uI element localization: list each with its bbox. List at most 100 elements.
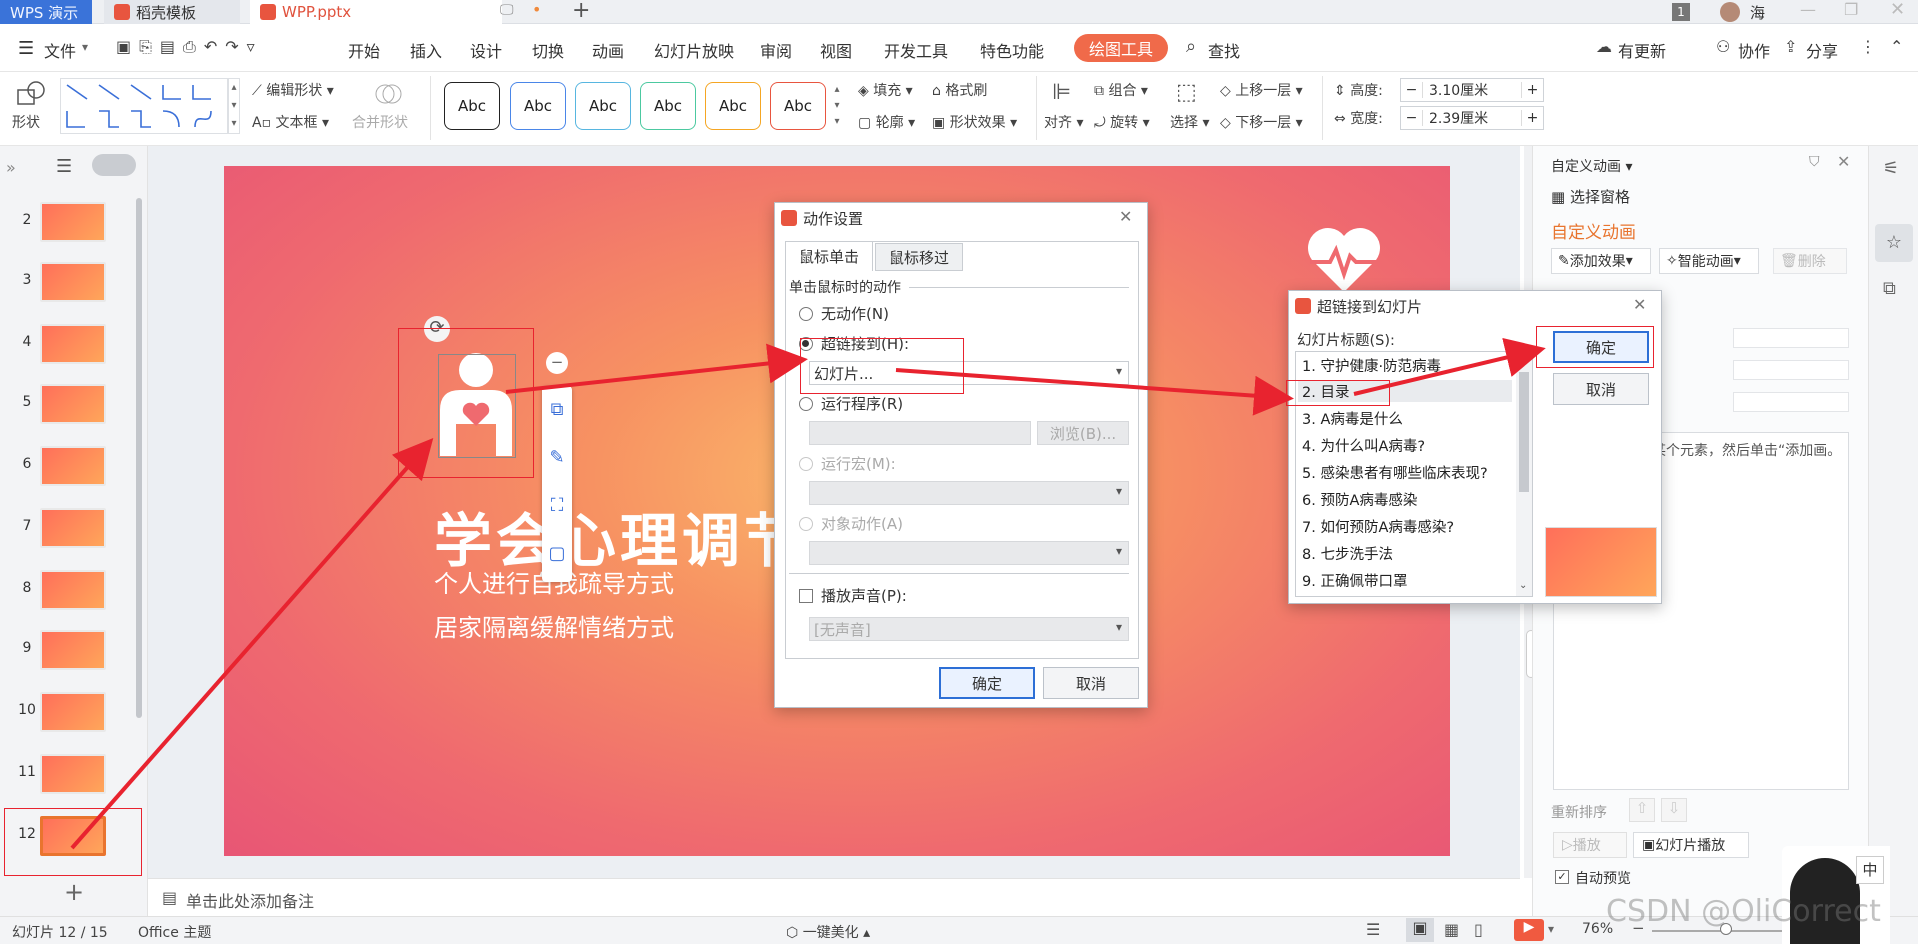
theme-name[interactable]: Office 主题 xyxy=(138,922,211,942)
tab-wps-app[interactable]: WPS 演示 xyxy=(0,0,92,24)
align-button[interactable]: 对齐 ▾ xyxy=(1044,112,1083,132)
fill-bucket-icon[interactable]: ⛶ xyxy=(542,482,572,530)
width-decrement-button[interactable]: − xyxy=(1401,110,1423,126)
browse-button[interactable]: 浏览(B)... xyxy=(1037,421,1129,445)
monitor-icon[interactable]: 🖵 xyxy=(500,2,514,18)
ok-button[interactable]: 确定 xyxy=(939,667,1035,699)
radio-none[interactable] xyxy=(799,307,813,321)
select-icon[interactable]: ⬚ xyxy=(1176,80,1197,105)
tab-templates[interactable]: 稻壳模板 xyxy=(104,0,240,24)
slide-subtitle-2[interactable]: 居家隔离缓解情绪方式 xyxy=(434,608,674,643)
list-item[interactable]: 8. 七步洗手法 xyxy=(1298,542,1512,564)
normal-view-icon[interactable]: ▣ xyxy=(1406,918,1434,942)
height-spinner[interactable]: − 3.10厘米 + xyxy=(1400,78,1544,102)
scroll-down-icon[interactable]: ⌄ xyxy=(1519,580,1527,591)
ime-mode-button[interactable]: 中 xyxy=(1856,856,1884,884)
add-effect-button[interactable]: ✎ 添加效果 ▾ xyxy=(1551,248,1651,274)
menu-design[interactable]: 设计 xyxy=(470,38,502,62)
format-painter-button[interactable]: ⌂ 格式刷 xyxy=(932,80,987,100)
play-sound-label[interactable]: 播放声音(P): xyxy=(821,585,907,606)
outline-button[interactable]: ▢ 轮廓 ▾ xyxy=(858,112,915,132)
slide-thumbnail[interactable] xyxy=(40,570,106,610)
play-options-icon[interactable]: ▾ xyxy=(1548,922,1554,936)
menu-home[interactable]: 开始 xyxy=(348,38,380,62)
object-action-select[interactable] xyxy=(809,541,1129,565)
menu-transition[interactable]: 切换 xyxy=(532,38,564,62)
radio-object-action[interactable] xyxy=(799,517,813,531)
close-panel-icon[interactable]: ✕ xyxy=(1837,152,1850,171)
cancel-button[interactable]: 取消 xyxy=(1043,667,1139,699)
animation-star-icon[interactable]: ☆ xyxy=(1875,224,1913,262)
style-sample-2[interactable]: Abc xyxy=(510,82,566,130)
hamburger-icon[interactable]: ☰ xyxy=(18,38,34,59)
merge-shape-label[interactable]: 合并形状 xyxy=(352,112,408,132)
list-item[interactable]: 3. A病毒是什么 xyxy=(1298,407,1512,429)
list-item[interactable]: 7. 如何预防A病毒感染? xyxy=(1298,515,1512,537)
menu-search[interactable]: 查找 xyxy=(1208,38,1240,62)
fill-button[interactable]: ◈ 填充 ▾ xyxy=(858,80,913,100)
line-shapes-gallery[interactable] xyxy=(60,78,228,134)
minimize-icon[interactable]: — xyxy=(1800,0,1816,19)
lock-icon[interactable]: ⛉ xyxy=(1809,154,1820,170)
width-value[interactable]: 2.39厘米 xyxy=(1423,108,1521,128)
group-button[interactable]: ⧉ 组合 ▾ xyxy=(1094,80,1148,100)
slideshow-button[interactable]: ▣ 幻灯片播放 xyxy=(1633,832,1749,858)
gallery-scroll[interactable]: ▴ ▾ ▾ xyxy=(228,78,240,134)
list-item[interactable]: 4. 为什么叫A病毒? xyxy=(1298,434,1512,456)
style-sample-3[interactable]: Abc xyxy=(575,82,631,130)
shape-effect-button[interactable]: ▣ 形状效果 ▾ xyxy=(932,112,1017,132)
height-increment-button[interactable]: + xyxy=(1521,82,1543,98)
layers-icon[interactable]: ⧉ xyxy=(542,386,572,434)
slide-thumbnail[interactable] xyxy=(40,508,106,548)
slide-thumbnail[interactable] xyxy=(40,384,106,424)
radio-run-macro[interactable] xyxy=(799,457,813,471)
program-path-input[interactable] xyxy=(809,421,1031,445)
slide-thumbnail[interactable] xyxy=(40,446,106,486)
menu-developer[interactable]: 开发工具 xyxy=(884,38,948,62)
expand-panel-icon[interactable]: » xyxy=(6,158,16,177)
align-icon[interactable]: ⊫ xyxy=(1052,80,1071,105)
property-select[interactable] xyxy=(1733,360,1849,380)
textbox-button[interactable]: A▫ 文本框 ▾ xyxy=(252,112,329,132)
edit-shape-button[interactable]: ⟋ 编辑形状 ▾ xyxy=(252,80,334,100)
radio-run-macro-label[interactable]: 运行宏(M): xyxy=(821,453,896,474)
smart-animation-button[interactable]: ✧ 智能动画 ▾ xyxy=(1659,248,1759,274)
close-dialog-icon[interactable]: ✕ xyxy=(1633,295,1646,314)
maximize-icon[interactable]: ❐ xyxy=(1844,0,1858,19)
panel-header[interactable]: 自定义动画 ▾ xyxy=(1551,156,1632,176)
sound-select[interactable]: [无声音] xyxy=(809,617,1129,641)
auto-preview-checkbox[interactable]: ✓ xyxy=(1555,870,1569,884)
radio-object-action-label[interactable]: 对象动作(A) xyxy=(821,513,903,534)
list-scroll-thumb[interactable] xyxy=(1519,372,1529,492)
style-gallery-scroll[interactable]: ▴ ▾ ▾ xyxy=(832,82,842,130)
notes-placeholder[interactable]: 单击此处添加备注 xyxy=(186,888,314,912)
radio-none-label[interactable]: 无动作(N) xyxy=(821,303,889,324)
slide-thumbnail[interactable] xyxy=(40,692,106,732)
thumbnail-view-toggle[interactable] xyxy=(92,154,136,176)
macro-select[interactable] xyxy=(809,481,1129,505)
chevron-down-icon[interactable]: ▾ xyxy=(82,40,88,54)
radio-run-program-label[interactable]: 运行程序(R) xyxy=(821,393,903,414)
selection-pane-button[interactable]: ▦ 选择窗格 xyxy=(1551,186,1630,207)
play-slideshow-icon[interactable]: ▶ xyxy=(1514,919,1544,941)
add-slide-plus-icon[interactable]: + xyxy=(64,878,84,906)
window-count-badge[interactable]: 1 xyxy=(1672,3,1690,21)
send-backward-button[interactable]: ◇ 下移一层 ▾ xyxy=(1220,112,1303,132)
menu-insert[interactable]: 插入 xyxy=(410,38,442,62)
transition-icon[interactable]: ⧉ xyxy=(1883,278,1896,299)
list-item[interactable]: 9. 正确佩带口罩 xyxy=(1298,569,1512,591)
more-icon[interactable]: ⋮ xyxy=(1860,37,1876,56)
play-sound-checkbox[interactable] xyxy=(799,589,813,603)
share-button[interactable]: 分享 xyxy=(1806,38,1838,62)
list-item[interactable]: 5. 感染患者有哪些临床表现? xyxy=(1298,461,1512,483)
width-spinner[interactable]: − 2.39厘米 + xyxy=(1400,106,1544,130)
move-up-arrow-icon[interactable]: ⇧ xyxy=(1629,798,1655,822)
notes-toggle-icon[interactable]: ☰ xyxy=(1366,920,1380,939)
menu-file[interactable]: 文件 xyxy=(44,38,76,62)
avatar[interactable] xyxy=(1720,2,1740,22)
list-scrollbar[interactable]: ⌄ xyxy=(1516,352,1532,596)
shape-label[interactable]: 形状 xyxy=(12,112,40,132)
frame-icon[interactable]: ▢ xyxy=(542,530,572,578)
outline-view-icon[interactable]: ☰ xyxy=(56,156,72,177)
menu-review[interactable]: 审阅 xyxy=(760,38,792,62)
